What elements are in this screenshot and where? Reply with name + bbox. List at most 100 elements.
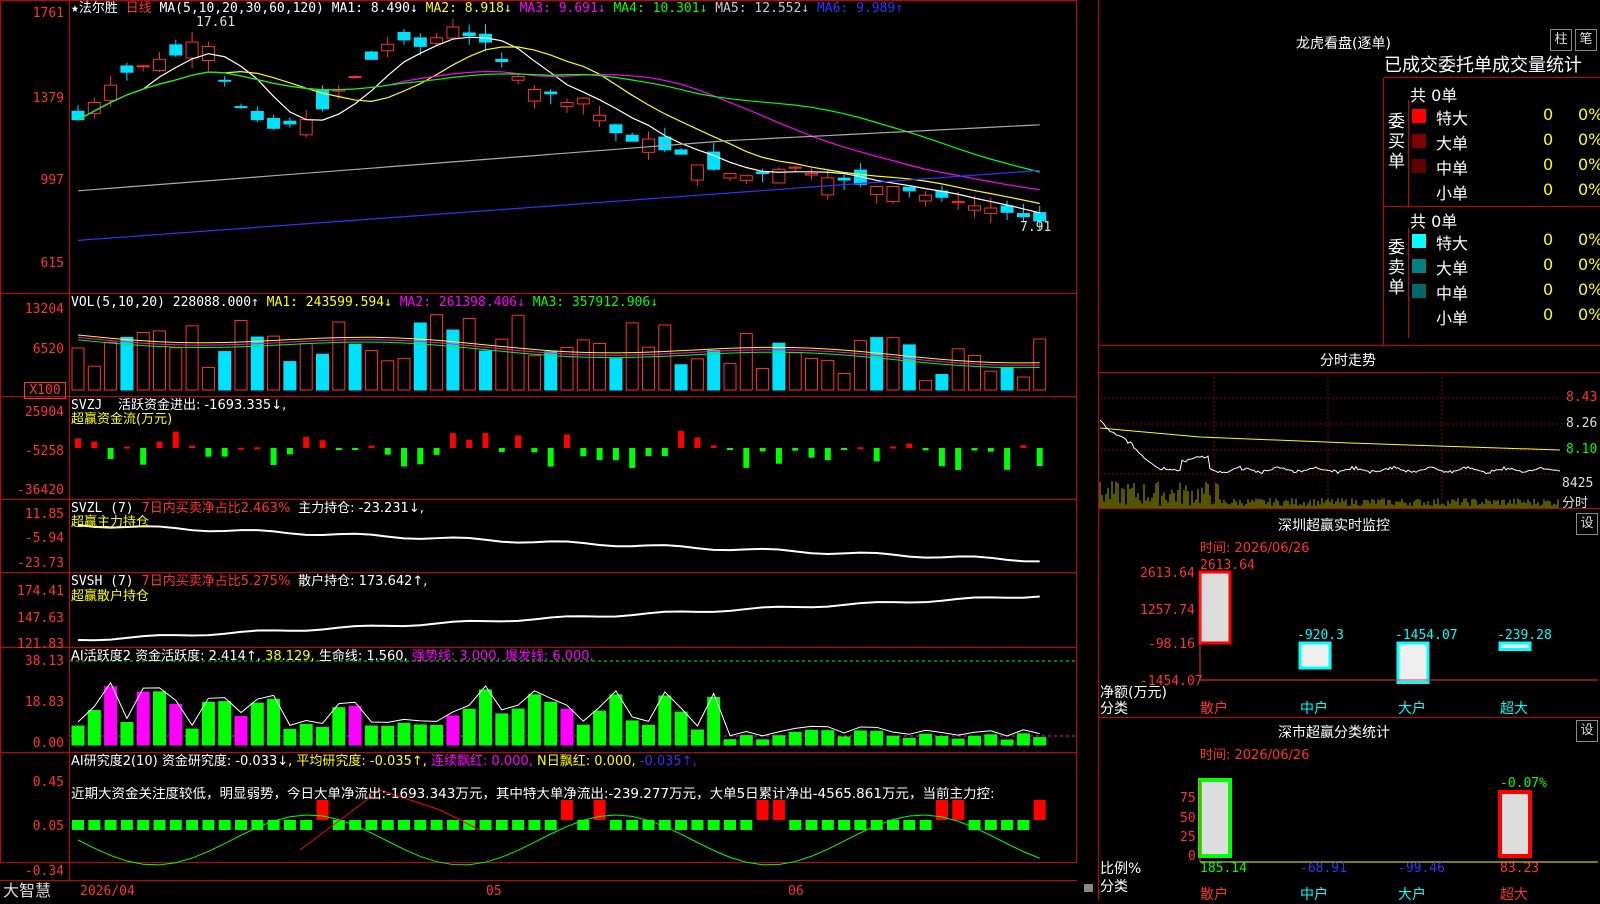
- ai1-bar: [658, 695, 672, 746]
- ai2-bar: [349, 820, 362, 830]
- ai1-bar: [1033, 737, 1047, 746]
- svsh-header: SVSH (7) 7日内买卖净占比5.275% 散户持仓: 173.642↑,: [71, 574, 427, 589]
- ai1-bar: [919, 733, 933, 746]
- candle-body: [951, 201, 965, 204]
- ai2-bar: [1033, 800, 1046, 820]
- candle-body: [511, 76, 525, 81]
- ss-cat-3: 超大: [1500, 887, 1528, 903]
- candle-body: [71, 110, 85, 121]
- ai2-axis-1: 0.45: [32, 775, 64, 790]
- sz-cat-3: 超大: [1500, 701, 1528, 717]
- ai1-bar: [364, 725, 378, 746]
- vol-ma1: MA1: 243599.594↓: [266, 295, 392, 310]
- ai1-label: 资金活跃度: 2.414↑,: [135, 649, 261, 664]
- sz-cat-0: 散户: [1200, 701, 1228, 717]
- svzj-sub: 超赢资金流(万元): [71, 412, 173, 427]
- ai1-bar: [234, 716, 248, 746]
- ai1-bar: [902, 737, 916, 746]
- ai2-bar: [72, 820, 84, 830]
- sell-total: 共 0单: [1410, 212, 1458, 231]
- ai1-bar: [430, 724, 444, 746]
- ma5-value: MA5: 12.552↓: [715, 1, 810, 16]
- volume-bar: [120, 336, 134, 391]
- volume-bar: [919, 380, 933, 391]
- svzj-bar: [482, 433, 489, 448]
- sell-swatch-1: [1412, 259, 1426, 273]
- svzj-bar: [221, 448, 228, 457]
- volume-bar: [935, 373, 949, 391]
- buy-total: 共 0单: [1410, 86, 1458, 105]
- ss-bar-label-0: 185.14: [1200, 861, 1247, 876]
- candle-body: [984, 207, 998, 214]
- lhkp-btn-bar[interactable]: 柱: [1550, 29, 1572, 51]
- ai1-bar: [756, 739, 770, 746]
- candle-body: [1000, 205, 1014, 213]
- candle-body: [658, 136, 672, 151]
- sz-settings-button[interactable]: 设: [1576, 513, 1598, 535]
- ss-settings-button[interactable]: 设: [1576, 720, 1598, 742]
- price-axis-3: 997: [40, 173, 64, 188]
- lhkp-btn-tick[interactable]: 笔: [1575, 29, 1597, 51]
- ai2-bar: [1001, 820, 1014, 830]
- candle-body: [397, 31, 411, 41]
- candle-body: [104, 84, 118, 101]
- volume-bar: [218, 351, 232, 391]
- ai1-bar: [739, 735, 753, 746]
- ai1-bar: [984, 734, 998, 746]
- candle-body: [120, 65, 134, 73]
- lock-icon[interactable]: [1084, 884, 1093, 892]
- ai2-bar: [724, 820, 736, 830]
- svzj-bar: [922, 448, 929, 451]
- lhkp-header: 已成交委托单成交量统计: [1384, 55, 1600, 78]
- ai2-bar: [414, 820, 427, 830]
- ai1-bar: [805, 729, 818, 746]
- svzj-bar: [238, 447, 244, 450]
- svzj-bar: [678, 430, 685, 448]
- fs-title: 分时走势: [1320, 353, 1376, 369]
- brand-logo[interactable]: 大智慧: [3, 882, 51, 900]
- volume-bar: [462, 317, 476, 391]
- period-label[interactable]: 日线: [126, 1, 152, 16]
- svzj-bar: [417, 448, 424, 465]
- sell-pct-3: 0%: [1578, 305, 1600, 324]
- ai2-bar: [952, 800, 965, 820]
- ma2-value: MA2: 8.918↓: [425, 1, 512, 16]
- ai1-bar: [560, 708, 574, 746]
- ma6-value: MA6: 9.989↑: [816, 1, 904, 16]
- sz-cat-2: 大户: [1398, 701, 1426, 717]
- ai2-bar: [137, 820, 150, 830]
- date-label-06: 06: [788, 884, 804, 899]
- ai1-bar: [462, 708, 476, 746]
- svzj-bar: [547, 448, 554, 467]
- candle-body: [430, 37, 444, 44]
- svzj-bar: [824, 448, 831, 461]
- candle-body: [690, 164, 704, 181]
- fs-bottom-border: [1099, 508, 1600, 509]
- ai2-bar: [186, 820, 199, 830]
- buy-pct-2: 0%: [1578, 155, 1600, 174]
- price-axis-1: 1761: [32, 6, 64, 21]
- svzj-title: SVZJ: [71, 398, 103, 413]
- ai1-axis-1: 38.13: [24, 654, 64, 669]
- volume-bar: [397, 357, 411, 391]
- buy-name-0: 特大: [1436, 109, 1469, 128]
- sz-time: 时间: 2026/06/26: [1200, 541, 1310, 556]
- svsh-sub: 超赢散户持仓: [71, 589, 150, 604]
- ai2-bar: [544, 820, 557, 830]
- volume-bar: [332, 321, 346, 391]
- volume-bar: [446, 329, 460, 391]
- ss-axis-1: 75: [1180, 791, 1196, 806]
- vol-axis-3[interactable]: X100: [24, 382, 66, 399]
- svzj-bar: [612, 448, 619, 461]
- ss-xlabel: 分类: [1100, 879, 1128, 895]
- volume-bar: [593, 342, 607, 391]
- ai1-bar: [951, 738, 965, 746]
- sell-pct-1: 0%: [1578, 255, 1600, 274]
- svzj-bar: [123, 446, 130, 449]
- ai2-bar: [838, 820, 851, 830]
- candle-body: [674, 149, 688, 155]
- svsh-label2: 散户持仓: 173.642↑,: [298, 574, 428, 589]
- svzl-axis-1: 11.85: [24, 507, 64, 522]
- ai2-bar: [821, 820, 834, 830]
- volume-bar: [413, 322, 427, 391]
